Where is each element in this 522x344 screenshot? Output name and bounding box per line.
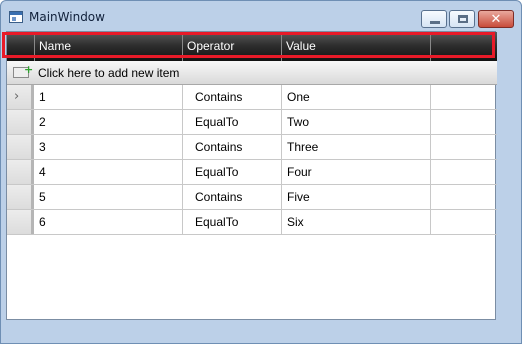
- window-icon: [9, 11, 23, 23]
- table-row[interactable]: 4 EqualTo Four: [7, 160, 497, 185]
- add-item-icon: +: [13, 64, 33, 78]
- table-row[interactable]: 2 EqualTo Two: [7, 110, 497, 135]
- row-selector[interactable]: [7, 110, 34, 134]
- cell-value[interactable]: Five: [282, 185, 431, 209]
- row-selector[interactable]: [7, 185, 34, 209]
- cell-value[interactable]: Four: [282, 160, 431, 184]
- table-row[interactable]: 5 Contains Five: [7, 185, 497, 210]
- cell-filler: [431, 135, 497, 159]
- cell-name[interactable]: 1: [35, 85, 183, 109]
- cell-operator[interactable]: EqualTo: [183, 110, 282, 134]
- cell-filler: [431, 210, 497, 234]
- new-item-row-highlight: [2, 32, 495, 58]
- cell-operator[interactable]: EqualTo: [183, 210, 282, 234]
- table-row[interactable]: 6 EqualTo Six: [7, 210, 497, 235]
- cell-filler: [431, 185, 497, 209]
- new-item-row[interactable]: + Click here to add new item: [7, 61, 497, 85]
- cell-operator[interactable]: Contains: [183, 85, 282, 109]
- row-selector[interactable]: [7, 160, 34, 184]
- window-title: MainWindow: [29, 10, 105, 24]
- title-bar[interactable]: MainWindow ✕: [1, 1, 521, 31]
- cell-filler: [431, 110, 497, 134]
- close-icon: ✕: [490, 12, 502, 27]
- minimize-button[interactable]: [421, 10, 447, 28]
- cell-name[interactable]: 5: [35, 185, 183, 209]
- cell-name[interactable]: 4: [35, 160, 183, 184]
- cell-value[interactable]: One: [282, 85, 431, 109]
- row-selector[interactable]: ›: [7, 85, 34, 109]
- table-row[interactable]: 3 Contains Three: [7, 135, 497, 160]
- cell-filler: [431, 85, 497, 109]
- row-selector[interactable]: [7, 210, 34, 234]
- maximize-button[interactable]: [449, 10, 475, 28]
- cell-name[interactable]: 2: [35, 110, 183, 134]
- close-button[interactable]: ✕: [478, 10, 514, 28]
- cell-operator[interactable]: Contains: [183, 185, 282, 209]
- new-item-label: Click here to add new item: [38, 66, 180, 80]
- minimize-icon: [430, 21, 440, 24]
- cell-filler: [431, 160, 497, 184]
- row-selector[interactable]: [7, 135, 34, 159]
- cell-value[interactable]: Six: [282, 210, 431, 234]
- cell-name[interactable]: 6: [35, 210, 183, 234]
- cell-operator[interactable]: EqualTo: [183, 160, 282, 184]
- main-window: MainWindow ✕ Name Operator Value + Click…: [0, 0, 522, 344]
- cell-name[interactable]: 3: [35, 135, 183, 159]
- chevron-right-icon: ›: [14, 89, 20, 104]
- maximize-icon: [458, 15, 468, 23]
- data-grid: Name Operator Value + Click here to add …: [6, 31, 497, 320]
- cell-value[interactable]: Two: [282, 110, 431, 134]
- table-row[interactable]: › 1 Contains One: [7, 85, 497, 110]
- cell-value[interactable]: Three: [282, 135, 431, 159]
- cell-operator[interactable]: Contains: [183, 135, 282, 159]
